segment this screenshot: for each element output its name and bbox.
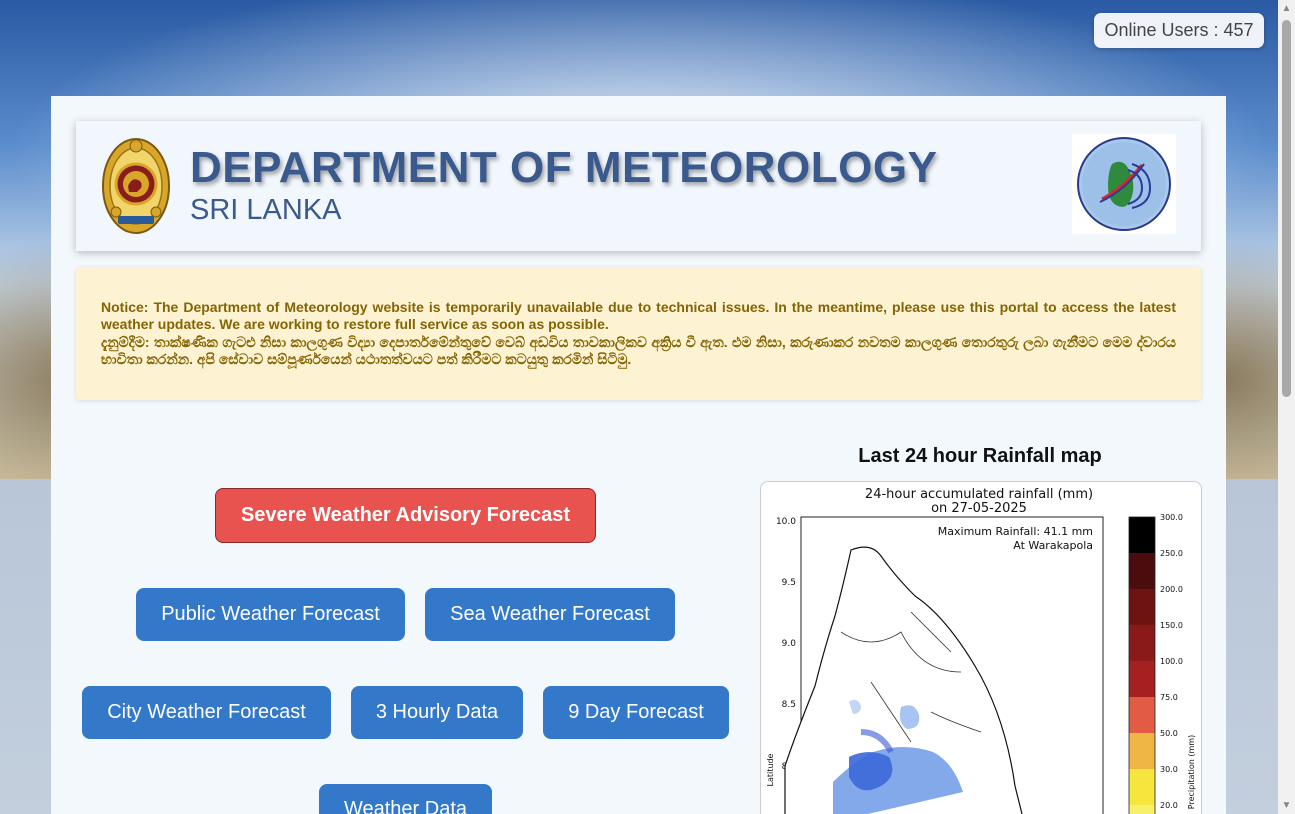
y-tick: 10.0 <box>776 517 796 527</box>
scrollbar-thumb[interactable] <box>1282 20 1291 397</box>
notice-text-english: Notice: The Department of Meteorology we… <box>101 299 1176 332</box>
weather-data-button[interactable]: Weather Data <box>319 784 492 814</box>
rainfall-map-heading: Last 24 hour Rainfall map <box>858 445 1102 467</box>
public-weather-forecast-button[interactable]: Public Weather Forecast <box>136 588 405 641</box>
met-department-logo-icon <box>1072 134 1176 234</box>
map-max-location: At Warakapola <box>1013 539 1093 552</box>
colorbar-tick: 50.0 <box>1160 729 1178 738</box>
scroll-up-icon[interactable]: ▲ <box>1278 0 1295 17</box>
y-axis-label: Latitude <box>766 753 775 786</box>
colorbar-tick: 75.0 <box>1160 693 1178 702</box>
colorbar-tick: 250.0 <box>1160 549 1183 558</box>
map-title-line2: on 27-05-2025 <box>931 501 1027 516</box>
colorbar <box>1128 516 1156 814</box>
site-header: DEPARTMENT OF METEOROLOGY SRI LANKA <box>76 121 1201 251</box>
scroll-down-icon[interactable]: ▼ <box>1278 797 1295 814</box>
colorbar-tick: 150.0 <box>1160 621 1183 630</box>
notice-text-sinhala: දැනුම්දීම: තාක්ෂණික ගැටළු නිසා කාලගුණ වි… <box>101 334 1176 367</box>
severe-weather-advisory-button[interactable]: Severe Weather Advisory Forecast <box>215 488 596 543</box>
online-users-badge: Online Users : 457 <box>1094 13 1264 48</box>
sri-lanka-emblem-icon <box>101 136 171 236</box>
map-max-rainfall: Maximum Rainfall: 41.1 mm <box>938 525 1093 538</box>
y-tick: 9.0 <box>782 639 797 649</box>
main-container: DEPARTMENT OF METEOROLOGY SRI LANKA Noti… <box>51 96 1226 814</box>
map-title-line1: 24-hour accumulated rainfall (mm) <box>865 487 1093 502</box>
vertical-scrollbar[interactable]: ▲ ▼ <box>1278 0 1295 814</box>
three-hourly-data-button[interactable]: 3 Hourly Data <box>351 686 523 739</box>
page-title: DEPARTMENT OF METEOROLOGY <box>190 143 938 192</box>
colorbar-tick: 200.0 <box>1160 585 1183 594</box>
colorbar-tick: 300.0 <box>1160 513 1183 522</box>
y-tick: 8.5 <box>782 700 796 710</box>
colorbar-label: Precipitation (mm) <box>1187 735 1196 809</box>
colorbar-tick: 100.0 <box>1160 657 1183 666</box>
page-subtitle: SRI LANKA <box>190 194 342 226</box>
y-tick: 9.5 <box>782 578 796 588</box>
colorbar-tick: 30.0 <box>1160 765 1178 774</box>
sea-weather-forecast-button[interactable]: Sea Weather Forecast <box>425 588 675 641</box>
nine-day-forecast-button[interactable]: 9 Day Forecast <box>543 686 729 739</box>
city-weather-forecast-button[interactable]: City Weather Forecast <box>82 686 331 739</box>
rainfall-map-image[interactable]: 24-hour accumulated rainfall (mm) on 27-… <box>760 481 1202 814</box>
notice-banner: Notice: The Department of Meteorology we… <box>76 267 1201 400</box>
colorbar-tick: 20.0 <box>1160 801 1178 810</box>
